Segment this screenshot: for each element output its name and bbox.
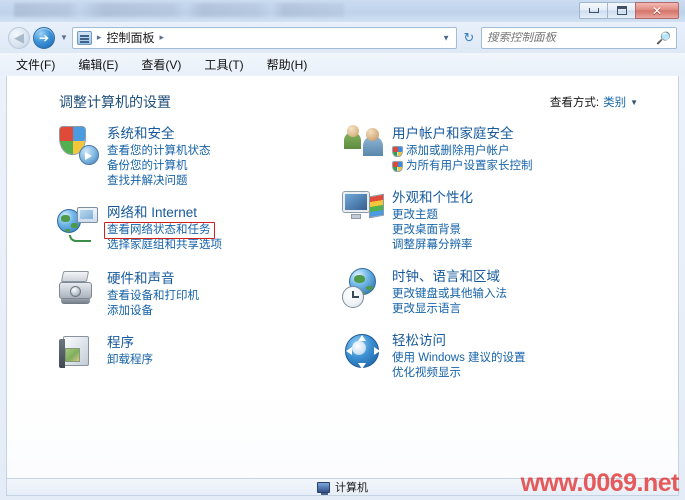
link-use-windows-suggested-settings[interactable]: 使用 Windows 建议的设置 <box>392 351 526 366</box>
chevron-down-icon[interactable]: ▼ <box>630 98 638 107</box>
control-panel-icon <box>76 30 92 45</box>
close-button[interactable]: ✕ <box>635 2 679 19</box>
link-view-devices-and-printers[interactable]: 查看设备和打印机 <box>107 289 199 304</box>
menu-tools[interactable]: 工具(T) <box>202 55 245 74</box>
title-bar-blurred-text <box>14 3 344 17</box>
status-bar: 计算机 <box>6 478 679 496</box>
link-backup-computer[interactable]: 备份您的计算机 <box>107 159 188 174</box>
category-title-appearance[interactable]: 外观和个性化 <box>392 189 473 206</box>
category-network-and-internet: 网络和 Internet 查看网络状态和任务 选择家庭组和共享选项 <box>57 203 337 253</box>
link-adjust-screen-resolution[interactable]: 调整屏幕分辨率 <box>392 238 473 253</box>
menu-help[interactable]: 帮助(H) <box>265 55 310 74</box>
category-system-and-security: 系统和安全 查看您的计算机状态 备份您的计算机 查找并解决问题 <box>57 124 337 189</box>
chevron-down-icon: ▼ <box>60 33 68 42</box>
category-title-clock-language-region[interactable]: 时钟、语言和区域 <box>392 268 500 285</box>
category-hardware-and-sound: 硬件和声音 查看设备和打印机 添加设备 <box>57 269 337 319</box>
recent-pages-button[interactable]: ▼ <box>60 33 68 42</box>
menu-edit[interactable]: 编辑(E) <box>76 55 120 74</box>
view-by-value[interactable]: 类别 <box>603 94 626 110</box>
menu-view[interactable]: 查看(V) <box>139 55 183 74</box>
back-button[interactable]: ◀ <box>8 26 30 49</box>
category-appearance-and-personalization: 外观和个性化 更改主题 更改桌面背景 调整屏幕分辨率 <box>342 188 642 253</box>
address-bar[interactable]: ▸ 控制面板 ▸ ▼ <box>71 26 457 49</box>
link-add-device[interactable]: 添加设备 <box>107 304 153 319</box>
appearance-monitor-icon <box>342 188 384 230</box>
category-title-network-and-internet[interactable]: 网络和 Internet <box>107 204 197 221</box>
search-icon: 🔎 <box>656 30 671 45</box>
category-programs: 程序 卸载程序 <box>57 333 337 375</box>
link-uninstall-program[interactable]: 卸载程序 <box>107 353 153 368</box>
category-title-ease-of-access[interactable]: 轻松访问 <box>392 332 446 349</box>
refresh-icon: ↻ <box>463 29 475 45</box>
category-ease-of-access: 轻松访问 使用 Windows 建议的设置 优化视频显示 <box>342 331 642 381</box>
forward-arrow-icon: ➔ <box>38 30 50 45</box>
content-pane: 调整计算机的设置 查看方式: 类别 ▼ 系统和安全 查看您的计算机状态 备份您的… <box>6 76 679 480</box>
users-icon <box>342 124 384 166</box>
address-dropdown-icon[interactable]: ▼ <box>442 33 450 42</box>
title-bar: ✕ <box>0 0 685 22</box>
maximize-icon <box>616 6 627 15</box>
programs-box-icon <box>57 333 99 375</box>
ease-of-access-icon <box>342 331 384 373</box>
uac-shield-icon <box>392 161 403 172</box>
view-by-control[interactable]: 查看方式: 类别 ▼ <box>550 94 638 110</box>
minimize-button[interactable] <box>579 2 607 19</box>
close-icon: ✕ <box>651 3 663 18</box>
window-controls: ✕ <box>579 2 679 19</box>
shield-icon <box>57 124 99 166</box>
link-label: 为所有用户设置家长控制 <box>406 160 533 172</box>
link-view-network-status-and-tasks[interactable]: 查看网络状态和任务 <box>107 223 211 238</box>
search-box[interactable]: 🔎 <box>481 26 677 49</box>
back-arrow-icon: ◀ <box>14 29 24 45</box>
link-change-theme[interactable]: 更改主题 <box>392 208 438 223</box>
category-title-programs[interactable]: 程序 <box>107 334 134 351</box>
category-title-user-accounts[interactable]: 用户帐户和家庭安全 <box>392 125 514 142</box>
category-clock-language-and-region: 时钟、语言和区域 更改键盘或其他输入法 更改显示语言 <box>342 267 642 317</box>
clock-globe-icon <box>342 267 384 309</box>
forward-button[interactable]: ➔ <box>33 26 55 49</box>
left-column: 系统和安全 查看您的计算机状态 备份您的计算机 查找并解决问题 网络和 Inte… <box>57 124 337 389</box>
computer-icon <box>317 481 330 495</box>
uac-shield-icon <box>392 146 403 157</box>
breadcrumb-separator-trailing-icon[interactable]: ▸ <box>159 32 164 43</box>
view-by-label: 查看方式: <box>549 97 600 109</box>
refresh-button[interactable]: ↻ <box>459 27 479 49</box>
category-title-system-and-security[interactable]: 系统和安全 <box>107 125 175 142</box>
menu-bar: 文件(F) 编辑(E) 查看(V) 工具(T) 帮助(H) <box>0 53 685 75</box>
page-title: 调整计算机的设置 <box>59 94 171 110</box>
right-column: 用户帐户和家庭安全 添加或删除用户帐户 为所有用户设置家长控制 外观和个性化 更… <box>342 124 642 395</box>
category-user-accounts-and-family-safety: 用户帐户和家庭安全 添加或删除用户帐户 为所有用户设置家长控制 <box>342 124 642 174</box>
status-bar-text: 计算机 <box>335 482 368 494</box>
minimize-icon <box>588 8 599 13</box>
link-set-up-parental-controls[interactable]: 为所有用户设置家长控制 <box>392 159 533 174</box>
address-bar-row: ◀ ➔ ▼ ▸ 控制面板 ▸ ▼ ↻ 🔎 <box>0 22 685 53</box>
menu-file[interactable]: 文件(F) <box>14 55 57 74</box>
link-change-display-language[interactable]: 更改显示语言 <box>392 302 461 317</box>
link-check-computer-status[interactable]: 查看您的计算机状态 <box>107 144 211 159</box>
printer-icon <box>57 269 99 311</box>
link-change-keyboards-or-input-methods[interactable]: 更改键盘或其他输入法 <box>392 287 507 302</box>
breadcrumb-control-panel[interactable]: 控制面板 <box>106 29 154 46</box>
control-panel-window: ✕ ◀ ➔ ▼ ▸ 控制面板 ▸ ▼ ↻ 🔎 文件(F) <box>0 0 685 500</box>
link-choose-homegroup-and-sharing[interactable]: 选择家庭组和共享选项 <box>107 238 222 253</box>
search-input[interactable] <box>487 31 657 44</box>
maximize-button[interactable] <box>607 2 635 19</box>
link-add-or-remove-user-accounts[interactable]: 添加或删除用户帐户 <box>392 144 510 159</box>
link-optimize-visual-display[interactable]: 优化视频显示 <box>392 366 461 381</box>
link-label: 添加或删除用户帐户 <box>406 145 510 157</box>
network-globe-icon <box>57 203 99 245</box>
link-find-and-fix-problems[interactable]: 查找并解决问题 <box>107 174 188 189</box>
category-title-hardware-and-sound[interactable]: 硬件和声音 <box>107 270 175 287</box>
link-change-desktop-background[interactable]: 更改桌面背景 <box>392 223 461 238</box>
breadcrumb-separator-icon: ▸ <box>96 32 102 42</box>
